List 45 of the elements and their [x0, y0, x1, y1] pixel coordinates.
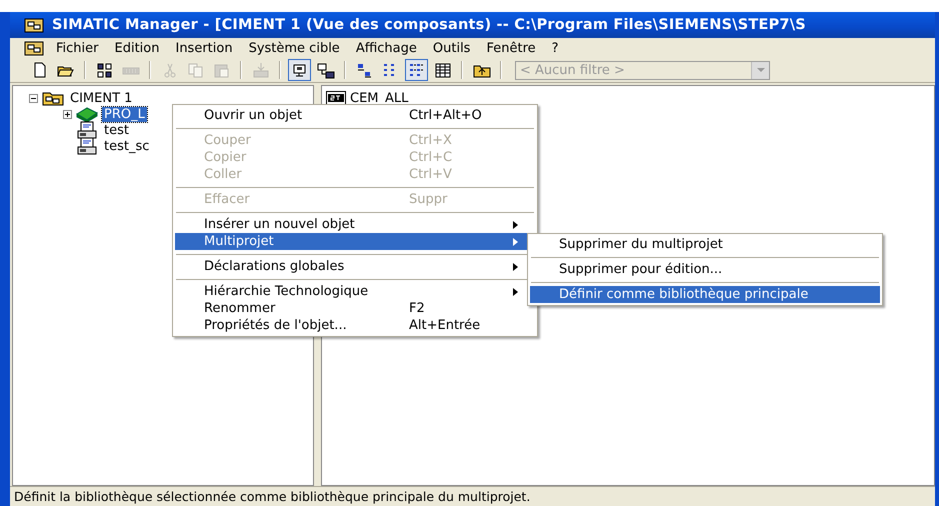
status-text: Définit la bibliothèque sélectionnée comme bibliothèque principale du multiprojet. — [14, 489, 530, 504]
window-title: SIMATIC Manager - [CIMENT 1 (Vue des composants) -- C:\Program Files\SIEMENS\STEP7\S — [52, 17, 806, 33]
menu-item[interactable]: Insertion — [167, 40, 241, 56]
book-icon — [76, 106, 98, 122]
document-menu-icon — [24, 40, 44, 56]
online-icon — [316, 62, 334, 78]
menu-item[interactable]: Définir comme bibliothèque principale — [530, 286, 880, 303]
expander-icon[interactable] — [29, 94, 38, 102]
menu-item[interactable]: Ouvrir un objet Ctrl+Alt+O — [175, 107, 535, 124]
menu-item[interactable]: Insérer un nouvel objet — [175, 216, 535, 233]
submenu-arrow-icon — [513, 238, 518, 246]
object-item[interactable]: CEM_ALL — [350, 90, 408, 106]
details-icon — [434, 62, 452, 78]
menu-item[interactable]: Edition — [106, 40, 168, 56]
tree-item[interactable]: test — [102, 122, 131, 138]
tree-item[interactable]: PRO_L — [102, 106, 147, 122]
tree-item[interactable]: CIMENT 1 — [68, 90, 134, 106]
app-logo-icon — [24, 17, 44, 33]
project-icon — [76, 137, 98, 155]
menu-item[interactable]: Système cible — [240, 40, 348, 56]
monitor-icon — [290, 62, 308, 78]
menu-item[interactable]: Fichier — [48, 40, 106, 56]
submenu-arrow-icon — [513, 288, 518, 296]
submenu-arrow-icon — [513, 220, 518, 228]
tree-item[interactable]: test_sc — [102, 138, 152, 154]
toolbar-button[interactable] — [405, 59, 428, 81]
toolbar-button[interactable] — [288, 59, 311, 81]
list-icon — [408, 62, 426, 78]
project-icon — [76, 121, 98, 139]
paste-icon — [212, 62, 230, 78]
network-icon — [96, 62, 114, 78]
menu-item[interactable]: Outils — [424, 40, 478, 56]
menu-item[interactable]: ? — [544, 40, 567, 56]
multiproject-icon — [42, 90, 64, 106]
large-icons-icon — [356, 62, 374, 78]
menu-item[interactable]: Renommer F2 — [175, 300, 535, 317]
menu-item[interactable]: Propriétés de l'objet... Alt+Entrée — [175, 317, 535, 334]
menu-item[interactable]: Affichage — [348, 40, 425, 56]
download-icon — [252, 62, 270, 78]
expander-icon[interactable] — [63, 110, 72, 118]
copy-icon — [186, 62, 204, 78]
menu-item[interactable]: Fenêtre — [478, 40, 544, 56]
menu-item[interactable]: Supprimer pour édition... — [530, 261, 880, 278]
submenu-arrow-icon — [513, 262, 518, 270]
dropdown-arrow-icon — [756, 68, 764, 72]
